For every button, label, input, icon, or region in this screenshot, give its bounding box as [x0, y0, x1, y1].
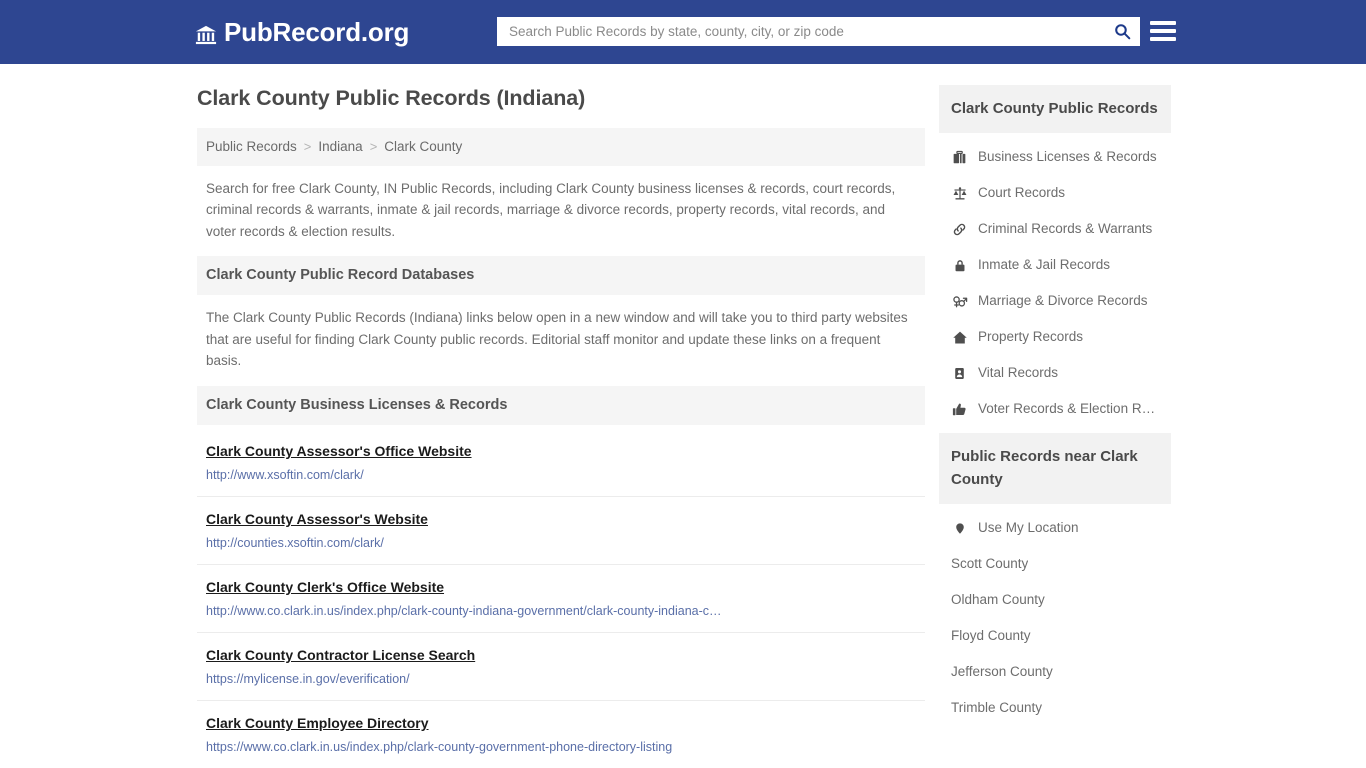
breadcrumb-separator: >	[303, 138, 312, 154]
sidebar-item-use-my-location[interactable]: Use My Location	[939, 510, 1171, 546]
content-container: Clark County Public Records (Indiana) Pu…	[197, 85, 1171, 768]
sidebar-item-business-licenses[interactable]: Business Licenses & Records	[939, 139, 1171, 175]
sidebar-item-oldham-county[interactable]: Oldham County	[939, 582, 1171, 618]
breadcrumb-item-indiana[interactable]: Indiana	[318, 139, 362, 154]
sidebar-item-criminal-records[interactable]: Criminal Records & Warrants	[939, 211, 1171, 247]
hamburger-menu-icon[interactable]	[1150, 19, 1176, 43]
table-row: Clark County Employee Directory https://…	[197, 701, 925, 768]
sidebar-item-label: Court Records	[978, 185, 1066, 200]
scales-of-justice-icon	[951, 186, 968, 201]
sidebar-item-label: Marriage & Divorce Records	[978, 293, 1148, 308]
search-input[interactable]	[498, 18, 1105, 45]
sidebar-item-scott-county[interactable]: Scott County	[939, 546, 1171, 582]
record-link-title[interactable]: Clark County Assessor's Website	[206, 509, 428, 529]
record-link-url[interactable]: https://mylicense.in.gov/everification/	[206, 671, 906, 687]
search-button[interactable]	[1105, 18, 1139, 45]
hamburger-bar	[1150, 29, 1176, 33]
intro-paragraph: Search for free Clark County, IN Public …	[206, 180, 896, 239]
sidebar-item-label: Voter Records & Election R…	[978, 401, 1156, 416]
id-badge-icon	[951, 366, 968, 381]
databases-paragraph: The Clark County Public Records (Indiana…	[206, 310, 908, 369]
breadcrumb-separator: >	[369, 138, 378, 154]
link-chain-icon	[951, 222, 968, 237]
sidebar-near-list: Use My Location Scott County Oldham Coun…	[939, 504, 1171, 726]
sidebar-item-label: Use My Location	[978, 520, 1079, 535]
sidebar: Clark County Public Records Business Lic…	[939, 85, 1171, 732]
record-link-url[interactable]: http://www.co.clark.in.us/index.php/clar…	[206, 603, 906, 619]
lock-icon	[951, 258, 968, 273]
sidebar-item-property-records[interactable]: Property Records	[939, 319, 1171, 355]
thumbs-up-icon	[951, 402, 968, 417]
sidebar-item-trimble-county[interactable]: Trimble County	[939, 690, 1171, 726]
sidebar-item-label: Inmate & Jail Records	[978, 257, 1111, 272]
map-pin-icon	[951, 521, 968, 536]
site-logo[interactable]: PubRecord.org	[195, 19, 409, 45]
site-logo-text: PubRecord.org	[224, 17, 410, 47]
bank-building-icon	[195, 22, 217, 45]
search-icon	[1114, 23, 1131, 40]
table-row: Clark County Clerk's Office Website http…	[197, 565, 925, 633]
sidebar-near-heading: Public Records near Clark County	[939, 433, 1171, 504]
table-row: Clark County Assessor's Office Website h…	[197, 429, 925, 497]
search-bar	[497, 17, 1140, 46]
record-link-url[interactable]: http://www.xsoftin.com/clark/	[206, 467, 906, 483]
sidebar-item-label: Floyd County	[951, 628, 1031, 643]
sidebar-item-label: Property Records	[978, 329, 1084, 344]
sidebar-records-box: Clark County Public Records Business Lic…	[939, 85, 1171, 427]
sidebar-item-jefferson-county[interactable]: Jefferson County	[939, 654, 1171, 690]
hamburger-bar	[1150, 37, 1176, 41]
main-column: Clark County Public Records (Indiana) Pu…	[197, 85, 925, 768]
records-link-list: Clark County Assessor's Office Website h…	[197, 425, 925, 768]
sidebar-records-heading: Clark County Public Records	[939, 85, 1171, 133]
business-licenses-heading: Clark County Business Licenses & Records	[197, 385, 925, 425]
site-header: PubRecord.org	[0, 0, 1366, 64]
sidebar-item-court-records[interactable]: Court Records	[939, 175, 1171, 211]
sidebar-item-label: Trimble County	[951, 700, 1043, 715]
sidebar-item-label: Scott County	[951, 556, 1029, 571]
table-row: Clark County Assessor's Website http://c…	[197, 497, 925, 565]
venus-mars-icon	[951, 294, 968, 309]
table-row: Clark County Contractor License Search h…	[197, 633, 925, 701]
sidebar-item-vital-records[interactable]: Vital Records	[939, 355, 1171, 391]
sidebar-item-floyd-county[interactable]: Floyd County	[939, 618, 1171, 654]
record-link-title[interactable]: Clark County Contractor License Search	[206, 645, 475, 665]
page-title: Clark County Public Records (Indiana)	[197, 86, 586, 110]
page-body: Clark County Public Records (Indiana) Pu…	[0, 64, 1366, 768]
sidebar-item-marriage-divorce-records[interactable]: Marriage & Divorce Records	[939, 283, 1171, 319]
sidebar-item-label: Business Licenses & Records	[978, 149, 1157, 164]
breadcrumb: Public Records > Indiana > Clark County	[197, 127, 925, 166]
record-link-url[interactable]: http://counties.xsoftin.com/clark/	[206, 535, 906, 551]
sidebar-near-box: Public Records near Clark County Use My …	[939, 433, 1171, 726]
sidebar-item-label: Oldham County	[951, 592, 1045, 607]
home-icon	[951, 330, 968, 345]
sidebar-item-label: Jefferson County	[951, 664, 1053, 679]
breadcrumb-item-clark-county[interactable]: Clark County	[384, 139, 462, 154]
sidebar-item-label: Vital Records	[978, 365, 1059, 380]
databases-heading: Clark County Public Record Databases	[197, 256, 925, 296]
record-link-title[interactable]: Clark County Employee Directory	[206, 713, 429, 733]
record-link-url[interactable]: https://www.co.clark.in.us/index.php/cla…	[206, 739, 906, 755]
record-link-title[interactable]: Clark County Assessor's Office Website	[206, 441, 472, 461]
sidebar-item-voter-records[interactable]: Voter Records & Election R…	[939, 391, 1171, 427]
hamburger-bar	[1150, 21, 1176, 25]
breadcrumb-item-public-records[interactable]: Public Records	[206, 139, 297, 154]
sidebar-item-label: Criminal Records & Warrants	[978, 221, 1153, 236]
sidebar-item-inmate-jail-records[interactable]: Inmate & Jail Records	[939, 247, 1171, 283]
sidebar-records-list: Business Licenses & Records Court Record…	[939, 133, 1171, 427]
record-link-title[interactable]: Clark County Clerk's Office Website	[206, 577, 444, 597]
briefcase-icon	[951, 150, 968, 165]
